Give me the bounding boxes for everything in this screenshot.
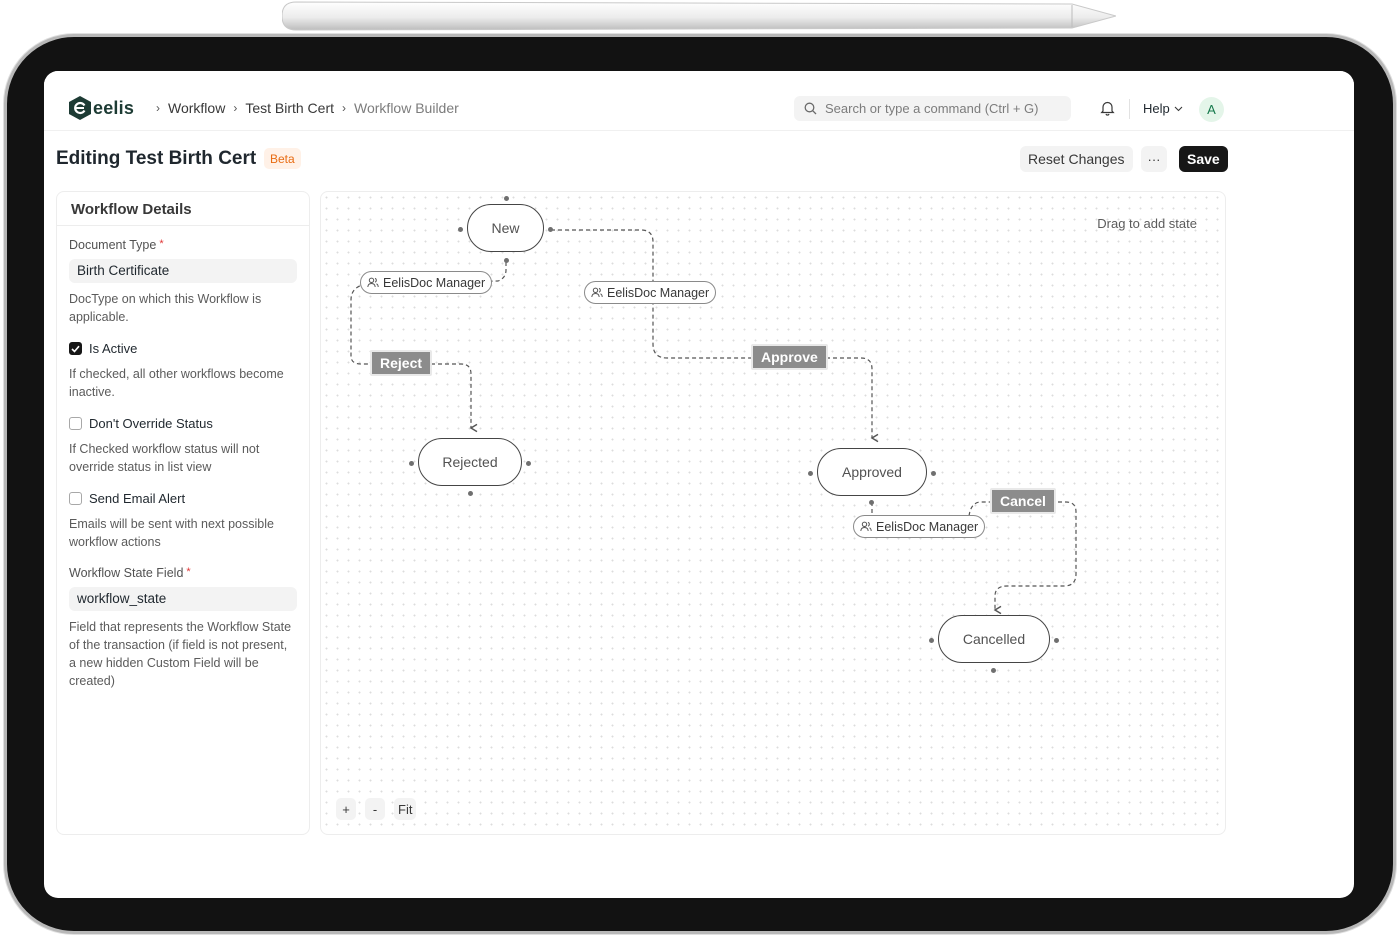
breadcrumb-workflow-builder: Workflow Builder (354, 100, 459, 116)
connection-handle[interactable] (526, 461, 531, 466)
workflow-details-panel: Workflow Details Document Type * Birth C… (56, 191, 310, 835)
required-mark: * (186, 566, 191, 578)
role-label: EelisDoc Manager (383, 275, 486, 290)
workflow-canvas[interactable]: Drag to add state New Rejected Approved … (320, 191, 1226, 835)
document-type-label-text: Document Type (69, 238, 157, 252)
connection-handle[interactable] (468, 491, 473, 496)
send-email-checkbox[interactable] (69, 492, 82, 505)
drag-to-add-state-hint: Drag to add state (1097, 216, 1197, 231)
app-logo[interactable]: eelis (68, 95, 134, 121)
stylus-pencil (282, 1, 1116, 31)
connection-handle[interactable] (808, 471, 813, 476)
state-cancelled[interactable]: Cancelled (938, 615, 1050, 663)
is-active-row[interactable]: Is Active (69, 341, 297, 356)
connection-handle[interactable] (929, 638, 934, 643)
save-button[interactable]: Save (1179, 146, 1228, 172)
reset-changes-button[interactable]: Reset Changes (1020, 146, 1133, 172)
search-placeholder: Search or type a command (Ctrl + G) (825, 101, 1039, 116)
workflow-state-field[interactable]: workflow_state (69, 587, 297, 611)
workflow-state-field-label-text: Workflow State Field (69, 566, 184, 580)
state-rejected[interactable]: Rejected (418, 438, 522, 486)
app-screen: eelis › Workflow › Test Birth Cert › Wor… (44, 71, 1354, 898)
is-active-label: Is Active (89, 341, 138, 356)
users-icon (860, 521, 872, 532)
role-label: EelisDoc Manager (876, 519, 979, 534)
role-badge-approve[interactable]: EelisDoc Manager (584, 281, 717, 304)
role-badge-cancel[interactable]: EelisDoc Manager (853, 515, 986, 538)
state-approved[interactable]: Approved (817, 448, 927, 496)
avatar[interactable]: A (1199, 97, 1224, 122)
users-icon (367, 277, 379, 288)
page-title: Editing Test Birth Cert (56, 148, 257, 169)
fit-view-button[interactable]: Fit (394, 798, 417, 820)
dont-override-row[interactable]: Don't Override Status (69, 416, 297, 431)
action-approve[interactable]: Approve (751, 344, 828, 370)
zoom-in-button[interactable]: + (336, 798, 356, 820)
document-type-description: DocType on which this Workflow is applic… (69, 292, 262, 324)
beta-badge: Beta (264, 148, 301, 169)
connection-handle[interactable] (548, 227, 553, 232)
dont-override-label: Don't Override Status (89, 416, 213, 431)
action-reject[interactable]: Reject (370, 350, 433, 376)
logo-mark-icon (69, 96, 91, 120)
is-active-description: If checked, all other workflows become i… (69, 367, 284, 399)
connection-handle[interactable] (504, 258, 509, 263)
help-dropdown[interactable]: Help (1143, 101, 1183, 116)
workflow-state-field-description: Field that represents the Workflow State… (69, 620, 292, 688)
panel-title: Workflow Details (57, 192, 309, 226)
send-email-description: Emails will be sent with next possible w… (69, 517, 274, 549)
required-mark: * (159, 238, 164, 250)
action-cancel[interactable]: Cancel (990, 488, 1056, 514)
role-label: EelisDoc Manager (607, 285, 710, 300)
chevron-right-icon: › (342, 101, 347, 115)
breadcrumb-test-birth-cert[interactable]: Test Birth Cert (245, 100, 334, 116)
bell-icon[interactable] (1100, 100, 1115, 116)
search-input[interactable]: Search or type a command (Ctrl + G) (794, 96, 1071, 121)
zoom-out-button[interactable]: - (365, 798, 385, 820)
navbar: eelis › Workflow › Test Birth Cert › Wor… (44, 71, 1354, 131)
connection-handle[interactable] (991, 668, 996, 673)
more-options-button[interactable]: ··· (1141, 146, 1167, 172)
users-icon (591, 287, 603, 298)
logo-text: eelis (93, 97, 135, 118)
search-icon (804, 102, 817, 115)
workflow-state-field-label: Workflow State Field * (69, 566, 297, 580)
state-new[interactable]: New (467, 204, 544, 252)
document-type-field[interactable]: Birth Certificate (69, 259, 297, 283)
connection-handle[interactable] (504, 196, 509, 201)
connection-handle[interactable] (409, 461, 414, 466)
role-badge-reject[interactable]: EelisDoc Manager (360, 271, 493, 294)
breadcrumb: › Workflow › Test Birth Cert › Workflow … (148, 100, 459, 116)
send-email-row[interactable]: Send Email Alert (69, 491, 297, 506)
connection-handle[interactable] (1054, 638, 1059, 643)
navbar-divider (1129, 99, 1130, 119)
chevron-down-icon (1174, 106, 1183, 111)
chevron-right-icon: › (233, 101, 238, 115)
help-label: Help (1143, 101, 1170, 116)
document-type-label: Document Type * (69, 238, 297, 252)
checkmark-icon (71, 345, 80, 353)
chevron-right-icon: › (156, 101, 160, 115)
connection-handle[interactable] (869, 500, 874, 505)
send-email-label: Send Email Alert (89, 491, 186, 506)
is-active-checkbox[interactable] (69, 342, 82, 355)
connection-handle[interactable] (931, 471, 936, 476)
dont-override-description: If Checked workflow status will not over… (69, 442, 260, 474)
breadcrumb-workflow[interactable]: Workflow (168, 100, 225, 116)
dont-override-checkbox[interactable] (69, 417, 82, 430)
connection-handle[interactable] (458, 227, 463, 232)
